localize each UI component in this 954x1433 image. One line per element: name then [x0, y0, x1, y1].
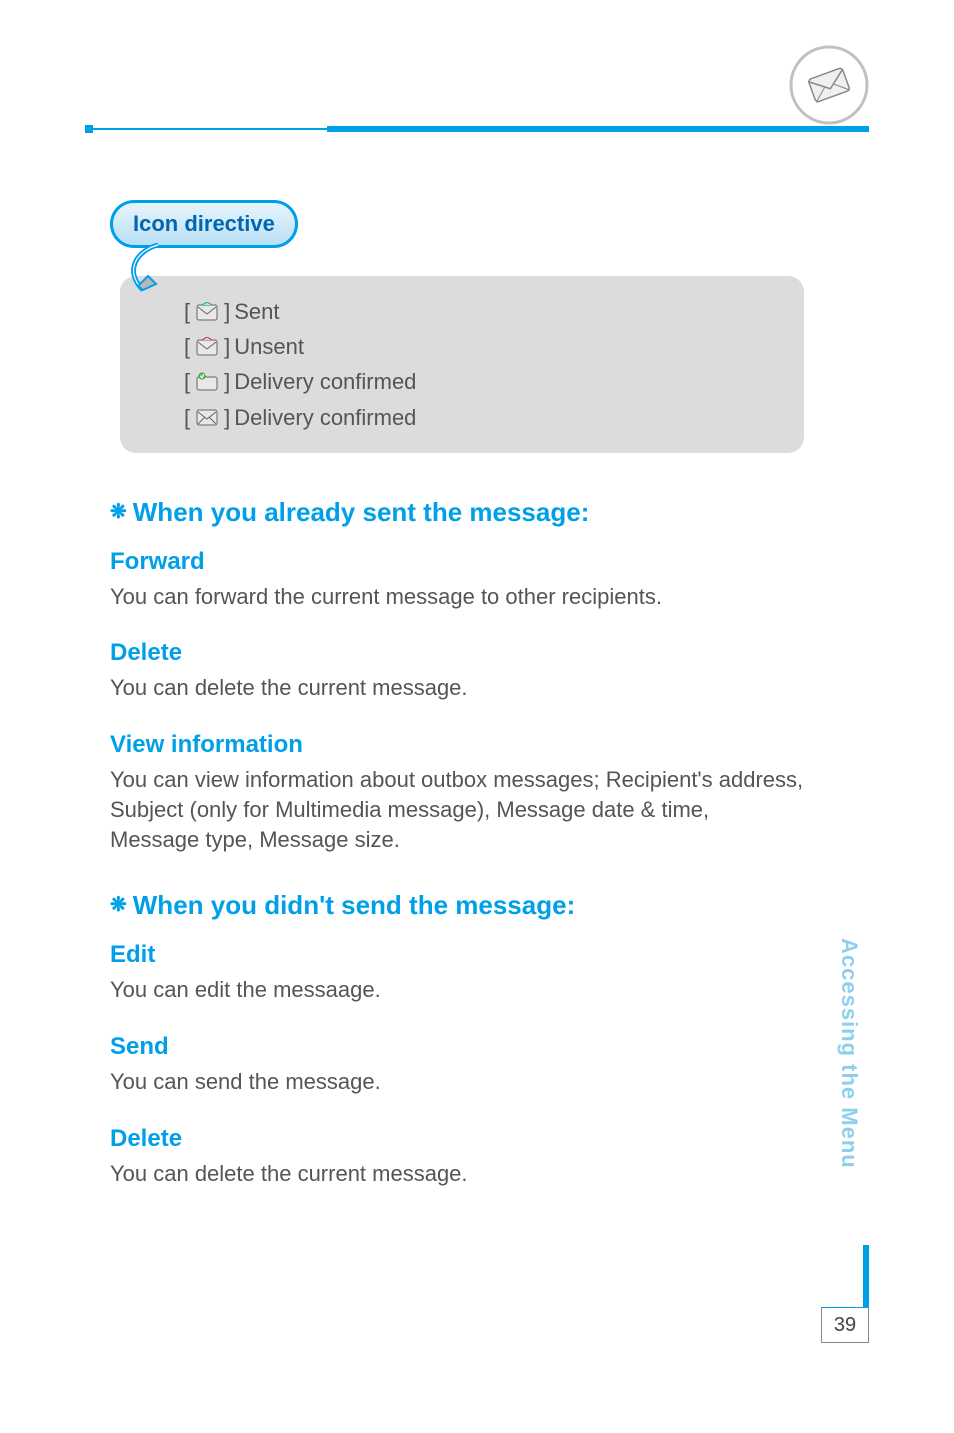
icon-directive-panel: [ ] Sent [ ] Unsent [ ] Delivery confirm…	[120, 276, 804, 453]
icon-label: Delivery confirmed	[234, 364, 416, 399]
delivery-confirmed-icon	[196, 372, 218, 392]
callout-arrow-icon	[118, 240, 188, 315]
section-heading-text: When you already sent the message:	[133, 497, 590, 528]
icon-list-item: [ ] Sent	[180, 294, 774, 329]
icon-list-item: [ ] Delivery confirmed	[180, 364, 774, 399]
body-text: You can forward the current message to o…	[110, 582, 804, 612]
sent-icon	[196, 302, 218, 322]
sub-heading: Delete	[110, 1125, 804, 1153]
page-number: 39	[821, 1307, 869, 1343]
body-text: You can delete the current message.	[110, 673, 804, 703]
unsent-icon	[196, 337, 218, 357]
delivery-confirmed-alt-icon	[196, 407, 218, 427]
snowflake-icon: ❋	[110, 892, 127, 917]
body-text: You can delete the current message.	[110, 1159, 804, 1189]
page-number-accent	[863, 1245, 869, 1307]
sub-heading: Delete	[110, 639, 804, 667]
page-number-text: 39	[834, 1314, 856, 1337]
sub-heading: Forward	[110, 548, 804, 576]
icon-label: Delivery confirmed	[234, 400, 416, 435]
sub-heading: Edit	[110, 941, 804, 969]
callout-label: Icon directive	[133, 211, 275, 236]
snowflake-icon: ❋	[110, 499, 127, 524]
section-heading-text: When you didn't send the message:	[133, 890, 575, 921]
sub-heading: Send	[110, 1033, 804, 1061]
section-heading: ❋ When you didn't send the message:	[110, 890, 804, 921]
section-heading: ❋ When you already sent the message:	[110, 497, 804, 528]
body-text: You can edit the messaage.	[110, 975, 804, 1005]
body-text: You can send the message.	[110, 1067, 804, 1097]
body-text: You can view information about outbox me…	[110, 765, 804, 854]
icon-list-item: [ ] Unsent	[180, 329, 774, 364]
icon-label: Sent	[234, 294, 279, 329]
envelope-badge-icon	[789, 45, 869, 125]
side-section-label: Accessing the Menu	[836, 938, 862, 1169]
header-divider	[85, 125, 869, 133]
sub-heading: View information	[110, 731, 804, 759]
icon-list-item: [ ] Delivery confirmed	[180, 400, 774, 435]
icon-label: Unsent	[234, 329, 304, 364]
